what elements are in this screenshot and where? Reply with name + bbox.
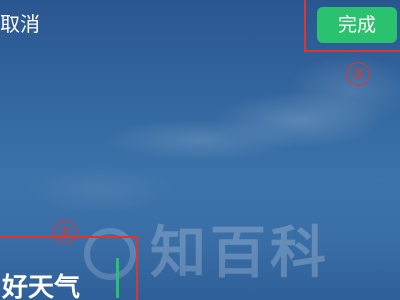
sky-photo-background: 取消 完成 ③ 知百科 ② 好天气 xyxy=(0,0,400,300)
cancel-button[interactable]: 取消 xyxy=(0,10,40,38)
text-caret xyxy=(116,258,119,298)
text-input[interactable]: 好天气 xyxy=(2,270,80,300)
annotation-box-done xyxy=(304,0,400,52)
annotation-step-3: ③ xyxy=(346,62,370,86)
watermark: 知百科 xyxy=(150,221,330,286)
